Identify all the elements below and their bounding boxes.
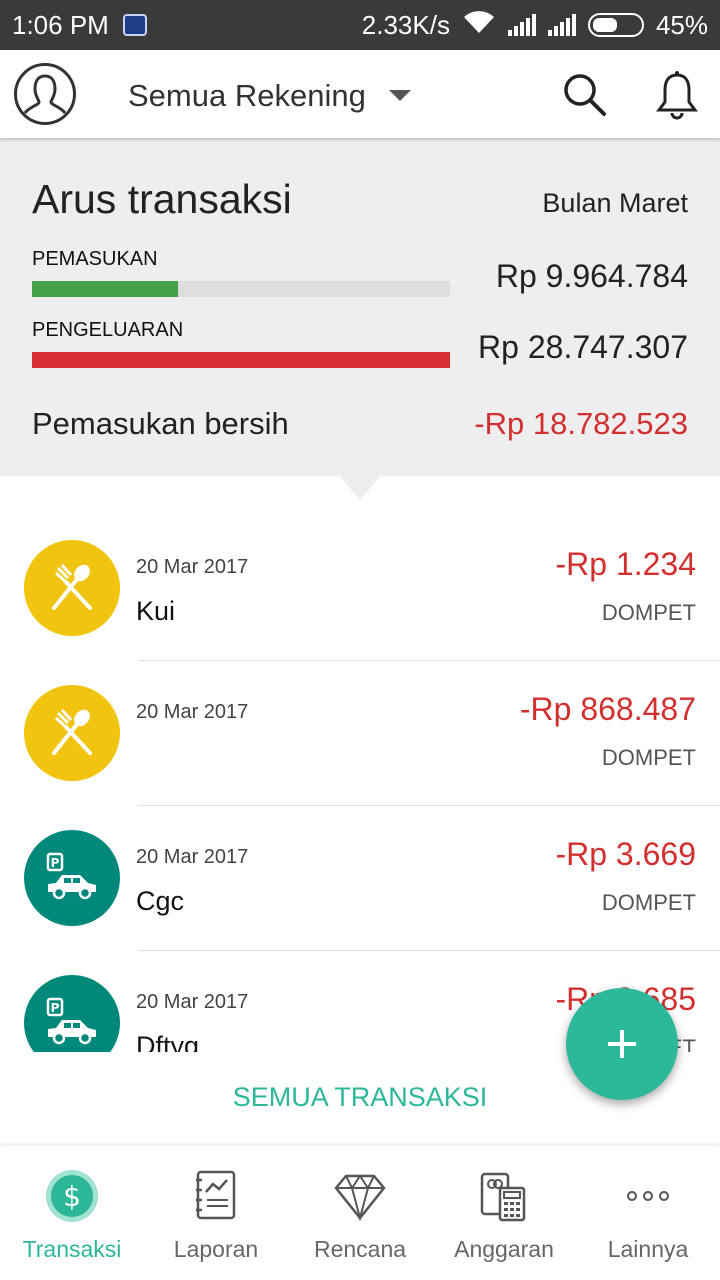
svg-text:P: P — [51, 1001, 60, 1015]
summary-pointer — [340, 476, 380, 500]
parking-icon: P — [24, 975, 120, 1052]
wifi-icon — [462, 9, 496, 42]
calculator-icon — [476, 1168, 532, 1224]
tx-note: Dftyg — [136, 1031, 200, 1052]
network-speed: 2.33K/s — [361, 9, 450, 40]
add-transaction-button[interactable] — [566, 988, 678, 1100]
tx-date: 20 Mar 2017 — [136, 701, 249, 723]
nav-item-lainnya[interactable]: Lainnya — [576, 1146, 720, 1280]
report-icon — [188, 1168, 244, 1224]
bbm-icon — [122, 14, 147, 36]
net-income-label: Pemasukan bersih — [32, 406, 289, 441]
tx-wallet: DOMPET — [601, 745, 696, 770]
svg-text:P: P — [51, 856, 60, 870]
tx-date: 20 Mar 2017 — [136, 991, 249, 1013]
expense-amount: Rp 28.747.307 — [478, 329, 688, 365]
expense-bar-fill — [32, 352, 450, 368]
expense-bar — [32, 352, 450, 368]
food-icon — [24, 685, 120, 781]
dollar-icon: $ — [44, 1168, 100, 1224]
status-time: 1:06 PM — [12, 9, 109, 40]
signal-icon — [507, 14, 536, 36]
tx-date: 20 Mar 2017 — [136, 556, 249, 578]
chevron-down-icon[interactable] — [389, 90, 411, 101]
nav-label: Lainnya — [607, 1236, 689, 1262]
tx-wallet: DOMPET — [601, 600, 696, 625]
nav-item-rencana[interactable]: Rencana — [288, 1146, 432, 1280]
nav-item-transaksi[interactable]: $ Transaksi — [0, 1146, 144, 1280]
plus-icon — [608, 1030, 636, 1058]
app-bar: Semua Rekening — [0, 50, 720, 138]
income-bar — [32, 281, 450, 297]
bell-icon[interactable] — [650, 68, 704, 122]
battery-icon — [587, 13, 644, 37]
tx-amount: -Rp 3.669 — [555, 836, 696, 872]
transaction-list[interactable]: 20 Mar 2017 Kui -Rp 1.234 DOMPET 20 Mar … — [0, 516, 720, 1052]
nav-label: Rencana — [313, 1236, 407, 1262]
net-income-amount: -Rp 18.782.523 — [474, 406, 688, 441]
nav-label: Anggaran — [454, 1236, 554, 1262]
tx-note: Kui — [136, 596, 176, 626]
parking-icon: P — [24, 830, 120, 926]
income-amount: Rp 9.964.784 — [495, 258, 688, 294]
nav-label: Laporan — [173, 1236, 259, 1262]
nav-item-laporan[interactable]: Laporan — [144, 1146, 288, 1280]
signal-icon-2 — [547, 14, 576, 36]
status-bar: 1:06 PM 2.33K/s 45% — [0, 0, 720, 50]
tx-note: Cgc — [136, 886, 185, 916]
tx-date: 20 Mar 2017 — [136, 846, 249, 868]
nav-item-anggaran[interactable]: Anggaran — [432, 1146, 576, 1280]
tx-wallet: DOMPET — [601, 890, 696, 915]
cashflow-summary[interactable]: Arus transaksi Bulan Maret PEMASUKAN Rp … — [0, 138, 720, 476]
list-item[interactable]: P 20 Mar 2017 Cgc -Rp 3.669 DOMPET — [0, 806, 720, 951]
svg-text:$: $ — [63, 1180, 81, 1213]
tx-amount: -Rp 1.234 — [555, 546, 696, 582]
nav-label: Transaksi — [22, 1236, 122, 1262]
food-icon — [24, 540, 120, 636]
income-label: PEMASUKAN — [32, 248, 158, 270]
summary-title: Arus transaksi — [32, 176, 292, 222]
user-icon[interactable] — [14, 63, 76, 125]
more-icon — [620, 1168, 676, 1224]
expense-label: PENGELUARAN — [32, 319, 184, 341]
battery-level: 45% — [655, 9, 708, 40]
list-item[interactable]: 20 Mar 2017 -Rp 868.487 DOMPET — [0, 661, 720, 806]
account-selector[interactable]: Semua Rekening — [128, 78, 366, 114]
diamond-icon — [332, 1168, 388, 1224]
income-bar-fill — [32, 281, 179, 297]
search-icon[interactable] — [560, 70, 610, 120]
summary-period: Bulan Maret — [542, 188, 688, 218]
bottom-nav: $ Transaksi Laporan Rencana Anggaran Lai… — [0, 1146, 720, 1280]
tx-amount: -Rp 868.487 — [519, 691, 696, 727]
list-item[interactable]: 20 Mar 2017 Kui -Rp 1.234 DOMPET — [0, 516, 720, 661]
